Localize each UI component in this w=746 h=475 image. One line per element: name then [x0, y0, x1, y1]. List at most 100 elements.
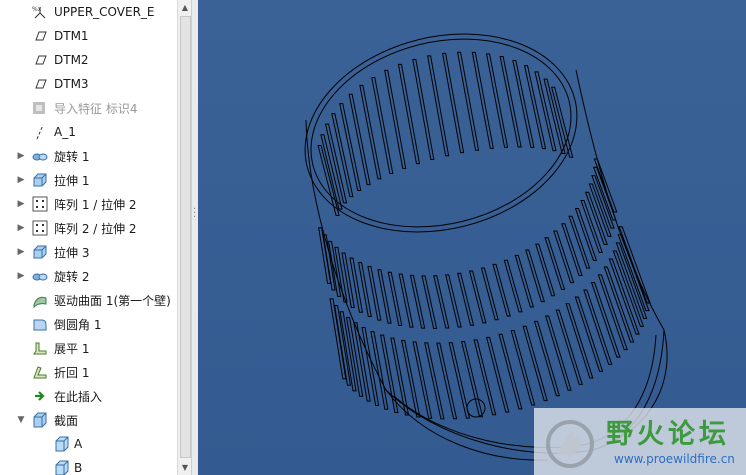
- vent-slot: [522, 325, 548, 402]
- tree-item[interactable]: 倒圆角 1: [0, 312, 177, 336]
- vent-slot: [412, 341, 433, 419]
- vent-slot: [535, 243, 556, 297]
- vent-slot: [409, 274, 426, 329]
- watermark: 野火论坛 www.proewildfire.cn: [534, 408, 746, 475]
- expand-arrow-icon[interactable]: ▶: [16, 175, 26, 185]
- tree-item-label: 在此插入: [54, 389, 103, 404]
- vent-slot: [421, 275, 438, 329]
- driving-surface-icon: [31, 291, 49, 309]
- watermark-url: www.proewildfire.cn: [614, 452, 735, 466]
- inner-vent-slot: [371, 76, 394, 174]
- tree-item-label: 倒圆角 1: [54, 317, 102, 332]
- fold-back-icon: [31, 363, 49, 381]
- vent-slot: [460, 341, 484, 418]
- pattern-icon: [31, 219, 49, 237]
- right-silhouette: [575, 69, 668, 451]
- section-item-icon: [53, 435, 71, 453]
- expand-arrow-icon[interactable]: ▶: [16, 271, 26, 281]
- import-feature-icon: [31, 99, 49, 117]
- datum-plane-icon: [31, 75, 49, 93]
- tree-item[interactable]: DTM1: [0, 24, 177, 48]
- vent-slot: [445, 274, 462, 328]
- tree-item[interactable]: 折回 1: [0, 360, 177, 384]
- collapse-arrow-icon[interactable]: ▼: [16, 415, 26, 425]
- vent-slot: [468, 270, 487, 324]
- expand-arrow-icon[interactable]: ▶: [16, 199, 26, 209]
- cylindrical-cover-wireframe: [304, 33, 668, 461]
- tree-item-label: UPPER_COVER_E: [54, 5, 155, 19]
- tree-item-label: 驱动曲面 1(第一个壁): [54, 293, 171, 308]
- tree-item[interactable]: ▶ 旋转 2: [0, 264, 177, 288]
- inner-vent-slot: [485, 53, 509, 148]
- scrollbar-thumb[interactable]: [180, 16, 191, 458]
- vent-slot: [433, 275, 450, 329]
- vent-slot: [544, 315, 572, 391]
- model-tree-scrollbar[interactable]: ▲ ▼: [177, 0, 192, 475]
- expand-arrow-icon[interactable]: ▶: [16, 151, 26, 161]
- tree-item[interactable]: 展平 1: [0, 336, 177, 360]
- inner-vent-slot: [339, 103, 362, 192]
- vent-slot: [457, 272, 475, 326]
- tree-item-label: 旋转 1: [54, 149, 90, 164]
- tree-item-label: 旋转 2: [54, 269, 90, 284]
- section-item-icon: [53, 459, 71, 475]
- tree-item-label: A: [74, 437, 83, 451]
- expand-arrow-icon[interactable]: ▶: [16, 247, 26, 257]
- vent-slot: [448, 342, 471, 419]
- vent-slot: [525, 249, 545, 303]
- tree-item-label: 阵列 1 / 拉伸 2: [54, 197, 137, 212]
- splitter-grip-icon[interactable]: · · ·: [193, 205, 196, 223]
- fire-logo-icon: [546, 420, 594, 468]
- revolve-icon: [31, 267, 49, 285]
- datum-plane-icon: [31, 27, 49, 45]
- tree-item-label: 拉伸 1: [54, 173, 90, 188]
- inner-vent-slot: [523, 65, 547, 150]
- tree-item[interactable]: B: [0, 456, 177, 475]
- tree-item[interactable]: ▶ 阵列 2 / 拉伸 2: [0, 216, 177, 240]
- tree-item[interactable]: 导入特征 标识4: [0, 96, 177, 120]
- tree-item[interactable]: 在此插入: [0, 384, 177, 408]
- scroll-down-icon[interactable]: ▼: [179, 461, 191, 474]
- vent-slot: [565, 303, 594, 379]
- tree-item[interactable]: ▶ 拉伸 3: [0, 240, 177, 264]
- expand-arrow-icon[interactable]: ▶: [16, 223, 26, 233]
- tree-item[interactable]: ▼ 截面: [0, 408, 177, 432]
- model-tree: %x UPPER_COVER_E DTM1 DTM2 DTM3 导入特征 标识4 A_1 ▶ 旋…: [0, 0, 177, 475]
- tree-item-label: 展平 1: [54, 341, 90, 356]
- graphics-window[interactable]: [198, 0, 746, 475]
- vent-slot: [424, 342, 445, 420]
- watermark-title: 野火论坛: [606, 419, 730, 450]
- tree-item[interactable]: ▶ 旋转 1: [0, 144, 177, 168]
- extrude-icon: [31, 243, 49, 261]
- model-view[interactable]: [198, 0, 746, 475]
- tree-item[interactable]: ▶ 阵列 1 / 拉伸 2: [0, 192, 177, 216]
- tree-item[interactable]: A: [0, 432, 177, 456]
- tree-item-label: A_1: [54, 125, 76, 139]
- tree-item-label: 阵列 2 / 拉伸 2: [54, 221, 137, 236]
- vent-slot: [473, 339, 497, 416]
- vent-slot: [358, 262, 372, 318]
- tree-item-label: DTM1: [54, 29, 89, 43]
- section-icon: [31, 411, 49, 429]
- vent-slot: [533, 320, 561, 397]
- inner-vent-slot: [324, 123, 348, 204]
- tree-item[interactable]: DTM3: [0, 72, 177, 96]
- tree-item[interactable]: ▶ 拉伸 1: [0, 168, 177, 192]
- tree-item-label: DTM2: [54, 53, 89, 67]
- tree-item-label: 折回 1: [54, 365, 90, 380]
- scroll-up-icon[interactable]: ▲: [179, 1, 191, 14]
- coordinate-system-icon: %x: [31, 3, 49, 21]
- vent-slot: [568, 215, 591, 269]
- tree-item[interactable]: 驱动曲面 1(第一个壁): [0, 288, 177, 312]
- vent-slot: [561, 223, 583, 276]
- tree-item[interactable]: %x UPPER_COVER_E: [0, 0, 177, 24]
- tree-item[interactable]: A_1: [0, 120, 177, 144]
- revolve-icon: [31, 147, 49, 165]
- extrude-icon: [31, 171, 49, 189]
- tree-item[interactable]: DTM2: [0, 48, 177, 72]
- flatten-icon: [31, 339, 49, 357]
- round-icon: [31, 315, 49, 333]
- vent-slot: [398, 273, 414, 328]
- vent-slot: [349, 257, 363, 313]
- tree-item-label: DTM3: [54, 77, 89, 91]
